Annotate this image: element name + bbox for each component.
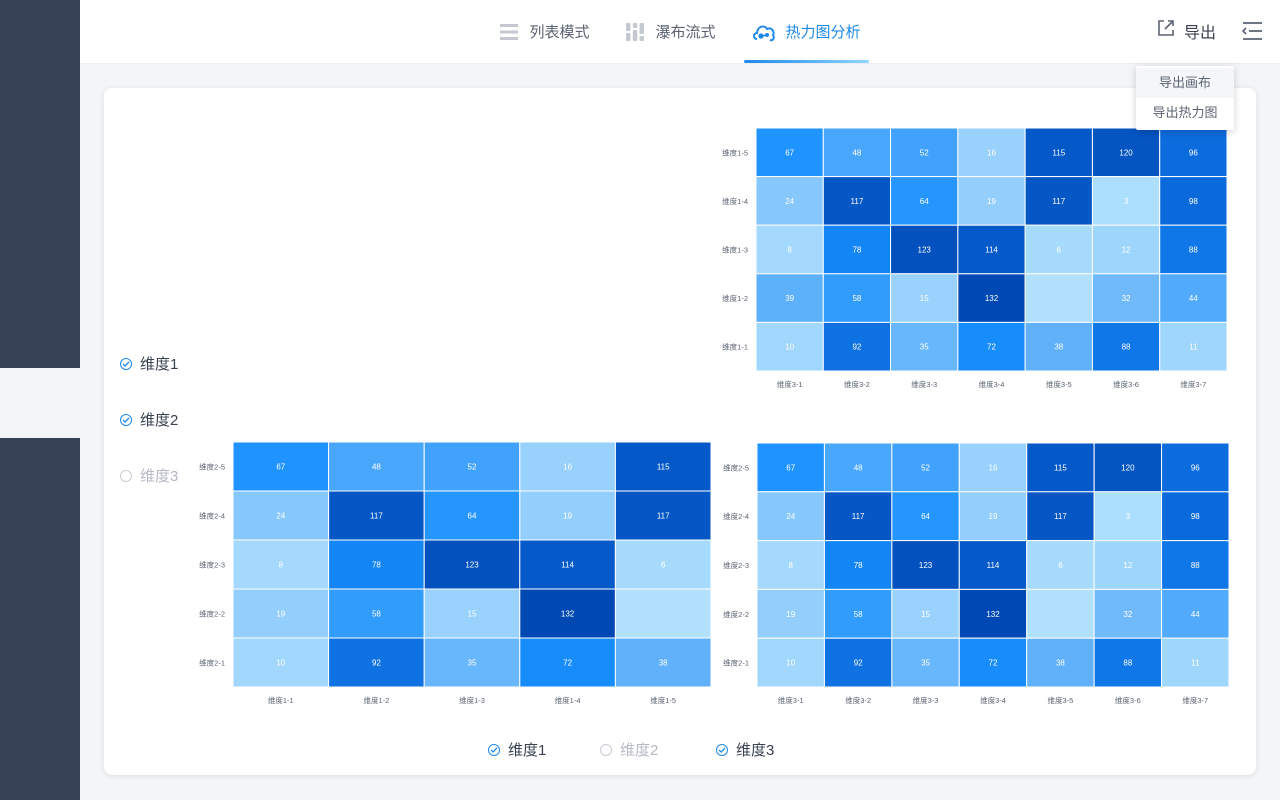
y-tick-label: 维度2-4: [723, 511, 749, 521]
x-tick-label: 维度3-1: [778, 695, 804, 705]
y-tick-label: 维度2-3: [723, 560, 749, 570]
heatmap-bottom-right: 67 48 52 16 115 120 9624 117 64 19 117 3 988 78 123 114…: [723, 442, 1230, 705]
export-heatmap-option[interactable]: 导出热力图: [1136, 98, 1234, 128]
cell-value-label: 114: [987, 561, 1000, 570]
cell-value-label: 58: [854, 610, 863, 619]
export-dropdown-menu: 导出画布 导出热力图: [1136, 66, 1234, 130]
export-canvas-option[interactable]: 导出画布: [1136, 68, 1234, 98]
cell-value-label: 117: [852, 512, 865, 521]
heatmap-cell: [1026, 588, 1095, 639]
cell-value-label: 3: [1126, 512, 1131, 521]
cell-value-label: 52: [921, 463, 930, 472]
x-tick-label: 维度3-3: [913, 695, 939, 705]
x-tick-label: 维度3-7: [1182, 695, 1208, 705]
x-tick-label: 维度3-4: [980, 695, 1006, 705]
cell-value-label: 64: [921, 512, 930, 521]
cell-value-label: 16: [989, 463, 998, 472]
cell-value-label: 48: [854, 463, 863, 472]
cell-value-label: 12: [1123, 561, 1132, 570]
cell-value-label: 98: [1191, 512, 1200, 521]
cell-value-label: 120: [1121, 463, 1135, 472]
y-tick-label: 维度2-2: [723, 609, 749, 619]
cell-value-label: 132: [986, 610, 1000, 619]
cell-value-label: 92: [854, 659, 863, 668]
cell-value-label: 8: [788, 561, 793, 570]
cell-value-label: 32: [1123, 610, 1132, 619]
cell-value-label: 88: [1123, 659, 1132, 668]
x-tick-label: 维度3-2: [845, 695, 871, 705]
cell-value-label: 115: [1054, 463, 1067, 472]
cell-value-label: 117: [1054, 512, 1067, 521]
cell-value-label: 96: [1191, 463, 1200, 472]
y-tick-label: 维度2-5: [723, 462, 749, 472]
cell-value-label: 10: [786, 659, 795, 668]
cell-value-label: 78: [854, 561, 863, 570]
x-tick-label: 维度3-6: [1115, 695, 1141, 705]
cell-value-label: 6: [1058, 561, 1063, 570]
y-tick-label: 维度2-1: [723, 658, 749, 668]
cell-value-label: 123: [919, 561, 933, 570]
cell-value-label: 67: [786, 463, 795, 472]
cell-value-label: 15: [921, 610, 930, 619]
cell-value-label: 88: [1191, 561, 1200, 570]
cell-value-label: 38: [1056, 659, 1065, 668]
x-tick-label: 维度3-5: [1048, 695, 1074, 705]
cell-value-label: 72: [989, 659, 998, 668]
cell-value-label: 19: [989, 512, 998, 521]
cell-value-label: 44: [1191, 610, 1200, 619]
cell-value-label: 19: [786, 610, 795, 619]
cell-value-label: 11: [1191, 659, 1200, 668]
cell-value-label: 24: [786, 512, 795, 521]
cell-value-label: 35: [921, 659, 930, 668]
